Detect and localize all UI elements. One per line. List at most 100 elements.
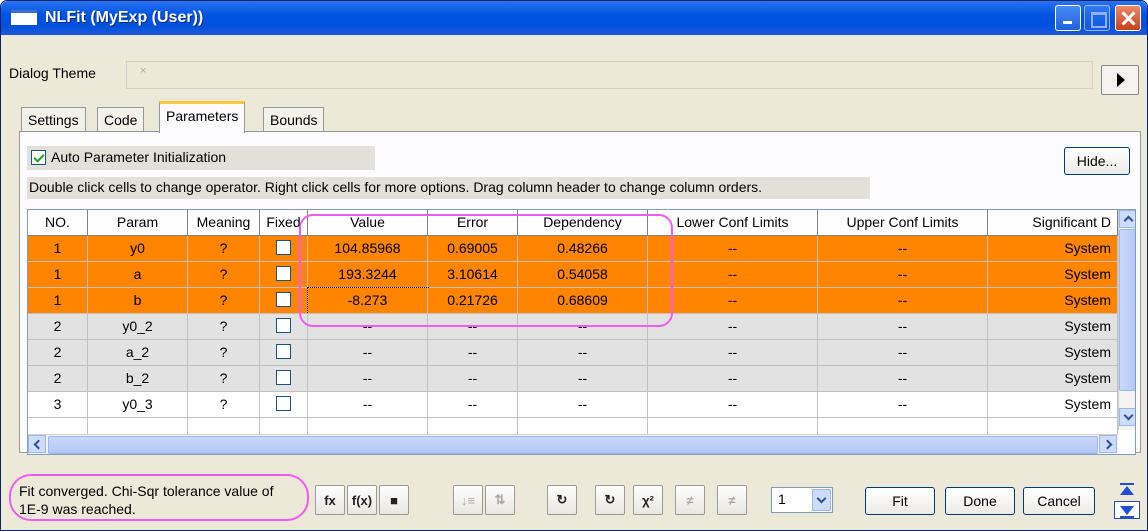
- table-cell[interactable]: System: [988, 236, 1118, 262]
- table-cell[interactable]: -8.273: [307, 287, 429, 315]
- table-cell[interactable]: --: [648, 366, 818, 392]
- table-cell[interactable]: --: [518, 366, 648, 392]
- fixed-checkbox[interactable]: [276, 370, 291, 385]
- column-header[interactable]: Significant D: [988, 210, 1118, 236]
- chevron-down-icon[interactable]: [812, 489, 831, 511]
- initialize-icon[interactable]: fx: [315, 485, 345, 515]
- tab-bounds[interactable]: Bounds: [263, 107, 325, 131]
- table-cell[interactable]: System: [988, 392, 1118, 418]
- table-cell[interactable]: --: [308, 314, 428, 340]
- table-cell[interactable]: b_2: [88, 366, 188, 392]
- save-icon[interactable]: ■: [379, 485, 409, 515]
- fixed-checkbox[interactable]: [276, 318, 291, 333]
- fixed-cell[interactable]: [260, 314, 308, 340]
- table-cell[interactable]: ?: [188, 236, 260, 262]
- table-cell[interactable]: 0.54058: [518, 262, 648, 288]
- table-cell[interactable]: 2: [28, 314, 88, 340]
- fixed-checkbox[interactable]: [276, 292, 291, 307]
- scroll-up-icon[interactable]: [1119, 210, 1135, 228]
- table-cell[interactable]: --: [818, 236, 988, 262]
- table-cell[interactable]: y0: [88, 236, 188, 262]
- tab-code[interactable]: Code: [97, 107, 145, 131]
- table-cell[interactable]: --: [518, 340, 648, 366]
- table-cell[interactable]: --: [428, 314, 518, 340]
- table-cell[interactable]: --: [308, 340, 428, 366]
- table-cell[interactable]: y0_2: [88, 314, 188, 340]
- column-header[interactable]: Upper Conf Limits: [818, 210, 988, 236]
- iteration-count-select[interactable]: 1: [771, 487, 833, 513]
- table-cell[interactable]: System: [988, 366, 1118, 392]
- table-cell[interactable]: --: [818, 314, 988, 340]
- table-cell[interactable]: 1: [28, 236, 88, 262]
- dialog-theme-field[interactable]: [126, 61, 1093, 89]
- close-button[interactable]: [1115, 5, 1141, 31]
- column-header[interactable]: Error: [428, 210, 518, 236]
- fixed-cell[interactable]: [260, 288, 308, 314]
- fixed-checkbox[interactable]: [276, 240, 291, 255]
- fixed-checkbox[interactable]: [276, 266, 291, 281]
- table-cell[interactable]: --: [818, 262, 988, 288]
- table-cell[interactable]: ?: [188, 262, 260, 288]
- horizontal-scrollbar[interactable]: [28, 434, 1118, 454]
- auto-init-checkbox[interactable]: [31, 150, 46, 165]
- column-header[interactable]: Value: [308, 210, 428, 236]
- table-cell[interactable]: a_2: [88, 340, 188, 366]
- column-header[interactable]: NO.: [28, 210, 88, 236]
- fixed-checkbox[interactable]: [276, 396, 291, 411]
- expand-down-icon[interactable]: [1114, 501, 1140, 519]
- table-cell[interactable]: System: [988, 314, 1118, 340]
- table-cell[interactable]: System: [988, 340, 1118, 366]
- column-header[interactable]: Fixed: [260, 210, 308, 236]
- fixed-cell[interactable]: [260, 366, 308, 392]
- column-header[interactable]: Dependency: [518, 210, 648, 236]
- hide-button[interactable]: Hide...: [1064, 147, 1130, 175]
- table-cell[interactable]: --: [648, 288, 818, 314]
- function-icon[interactable]: f(x): [347, 485, 377, 515]
- table-cell[interactable]: --: [818, 392, 988, 418]
- table-cell[interactable]: --: [648, 340, 818, 366]
- table-cell[interactable]: --: [518, 314, 648, 340]
- table-cell[interactable]: System: [988, 288, 1118, 314]
- table-cell[interactable]: 2: [28, 366, 88, 392]
- fixed-checkbox[interactable]: [276, 344, 291, 359]
- table-cell[interactable]: ?: [188, 314, 260, 340]
- column-header[interactable]: Param: [88, 210, 188, 236]
- table-cell[interactable]: 0.21726: [428, 288, 518, 314]
- title-bar[interactable]: NLFit (MyExp (User)): [1, 1, 1147, 35]
- chi-square-icon[interactable]: χ²: [633, 485, 663, 515]
- collapse-up-icon[interactable]: [1114, 481, 1140, 499]
- table-cell[interactable]: a: [88, 262, 188, 288]
- table-cell[interactable]: --: [308, 366, 428, 392]
- table-cell[interactable]: 1: [28, 288, 88, 314]
- fit-button[interactable]: Fit: [865, 487, 935, 515]
- table-cell[interactable]: 0.69005: [428, 236, 518, 262]
- table-cell[interactable]: --: [818, 340, 988, 366]
- tab-settings[interactable]: Settings: [21, 107, 86, 131]
- vertical-scroll-thumb[interactable]: [1119, 229, 1135, 391]
- scroll-down-icon[interactable]: [1119, 408, 1135, 426]
- table-cell[interactable]: b: [88, 288, 188, 314]
- table-cell[interactable]: --: [428, 392, 518, 418]
- table-cell[interactable]: --: [648, 392, 818, 418]
- table-cell[interactable]: 104.85968: [308, 236, 428, 262]
- cancel-button[interactable]: Cancel: [1023, 487, 1095, 515]
- table-cell[interactable]: 0.48266: [518, 236, 648, 262]
- table-cell[interactable]: --: [648, 262, 818, 288]
- scroll-left-icon[interactable]: [28, 435, 46, 453]
- column-header[interactable]: Lower Conf Limits: [648, 210, 818, 236]
- table-cell[interactable]: 3: [28, 392, 88, 418]
- fixed-cell[interactable]: [260, 392, 308, 418]
- table-cell[interactable]: --: [818, 288, 988, 314]
- vertical-scrollbar[interactable]: [1118, 210, 1135, 430]
- table-cell[interactable]: 193.3244: [308, 262, 428, 288]
- fit-until-converged-icon[interactable]: ↻: [595, 485, 625, 515]
- table-cell[interactable]: --: [308, 392, 428, 418]
- table-cell[interactable]: ?: [188, 366, 260, 392]
- table-cell[interactable]: --: [648, 314, 818, 340]
- theme-menu-arrow-icon[interactable]: [1101, 65, 1139, 95]
- table-cell[interactable]: 1: [28, 262, 88, 288]
- done-button[interactable]: Done: [945, 487, 1015, 515]
- horizontal-scroll-thumb[interactable]: [48, 436, 1098, 454]
- minimize-button[interactable]: [1055, 5, 1081, 31]
- table-cell[interactable]: --: [428, 366, 518, 392]
